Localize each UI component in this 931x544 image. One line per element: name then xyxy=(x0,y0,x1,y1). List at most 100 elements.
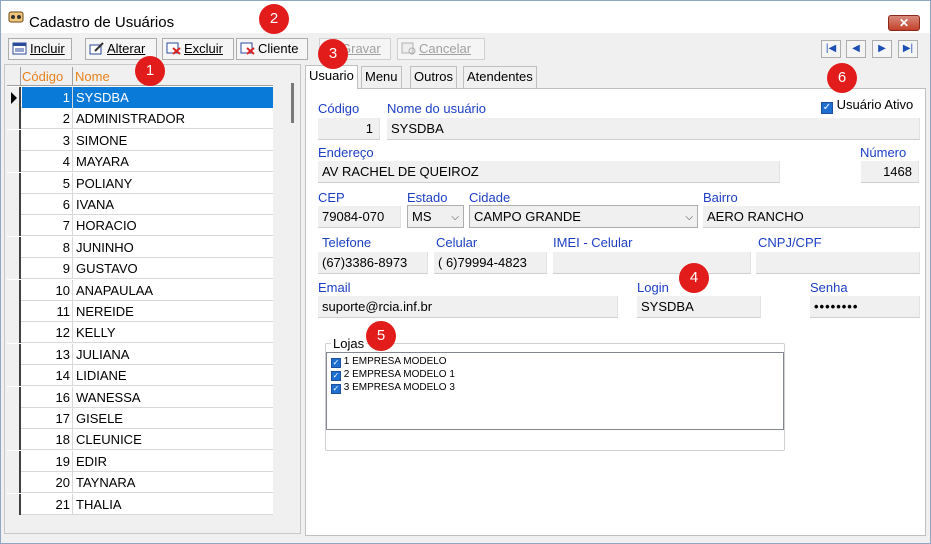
loja-item[interactable]: ✓ 3 EMPRESA MODELO 3 xyxy=(331,382,455,394)
title-bar: Cadastro de Usuários ✕ xyxy=(1,1,930,33)
nome-cell: POLIANY xyxy=(76,175,133,191)
login-field[interactable]: SYSDBA xyxy=(637,296,761,318)
excluir-button[interactable]: Excluir xyxy=(162,38,234,60)
tab-outros[interactable]: Outros xyxy=(410,66,458,88)
cidade-select[interactable]: CAMPO GRANDE ⌵ xyxy=(469,205,698,228)
table-row[interactable]: 13 JULIANA xyxy=(7,343,273,365)
nome-cell: NEREIDE xyxy=(76,304,134,319)
loja-item[interactable]: ✓ 1 EMPRESA MODELO xyxy=(331,356,447,368)
table-row[interactable]: 8 JUNINHO xyxy=(7,236,273,258)
estado-value: MS xyxy=(412,209,432,224)
table-row[interactable]: 11 NEREIDE xyxy=(7,301,273,322)
cancelar-button[interactable]: Cancelar xyxy=(397,38,485,60)
imei-field[interactable] xyxy=(553,252,751,274)
loja-label: 1 EMPRESA MODELO xyxy=(343,356,447,367)
row-indicator xyxy=(7,386,21,408)
codigo-field[interactable]: 1 xyxy=(318,118,380,140)
cnpj-label: CNPJ/CPF xyxy=(758,235,822,250)
endereco-field[interactable]: AV RACHEL DE QUEIROZ xyxy=(318,161,780,183)
cliente-button[interactable]: Cliente xyxy=(236,38,308,60)
loja-label: 3 EMPRESA MODELO 3 xyxy=(343,382,455,393)
chevron-down-icon: ⌵ xyxy=(685,212,693,223)
add-record-icon xyxy=(12,42,27,55)
email-field[interactable]: suporte@rcia.inf.br xyxy=(318,296,618,318)
table-row[interactable]: 9 GUSTAVO xyxy=(7,258,273,280)
cnpj-field[interactable] xyxy=(756,252,920,274)
row-indicator xyxy=(7,493,21,515)
nome-field[interactable]: SYSDBA xyxy=(387,118,920,140)
table-row[interactable]: 18 CLEUNICE xyxy=(7,429,273,451)
checkbox-checked-icon: ✓ xyxy=(331,384,341,394)
senha-field[interactable]: •••••••• xyxy=(810,296,920,318)
chevron-down-icon: ⌵ xyxy=(451,212,459,223)
table-row[interactable]: 2 ADMINISTRADOR xyxy=(7,108,273,130)
table-row[interactable]: 21 THALIA xyxy=(7,493,273,515)
app-icon xyxy=(8,11,24,23)
table-row[interactable]: 5 POLIANY xyxy=(7,172,273,194)
last-icon: ▶| xyxy=(902,43,914,54)
row-indicator xyxy=(7,87,21,108)
close-button[interactable]: ✕ xyxy=(888,15,920,31)
numero-label: Número xyxy=(860,145,907,160)
tab-menu[interactable]: Menu xyxy=(361,66,402,88)
table-row[interactable]: 7 HORACIO xyxy=(7,215,273,237)
usuario-tab-page: ✓ Usuário Ativo Código Nome do usuário 1… xyxy=(305,88,926,536)
incluir-button[interactable]: Incluir xyxy=(8,38,72,60)
checkbox-checked-icon: ✓ xyxy=(331,371,341,381)
annotation-badge-6: 6 xyxy=(827,63,857,93)
table-row[interactable]: 1 SYSDBA xyxy=(7,87,273,108)
table-row[interactable]: 20 TAYNARA xyxy=(7,472,273,494)
lojas-checklist[interactable]: ✓ 1 EMPRESA MODELO ✓ 2 EMPRESA MODELO 1 … xyxy=(326,352,784,430)
table-row[interactable]: 6 IVANA xyxy=(7,194,273,215)
cancel-icon xyxy=(401,42,416,55)
codigo-column-header[interactable]: Código xyxy=(22,69,72,84)
table-row[interactable]: 17 GISELE xyxy=(7,408,273,429)
last-record-button[interactable]: ▶| xyxy=(898,40,918,58)
nome-cell: ANAPAULAA xyxy=(76,282,154,298)
row-indicator xyxy=(7,279,21,301)
users-grid[interactable]: Código Nome 1 SYSDBA 2 ADMINISTRADOR 3 SIMONE… xyxy=(7,67,273,515)
scrollbar-thumb[interactable] xyxy=(291,83,294,123)
first-record-button[interactable]: |◀ xyxy=(821,40,841,58)
next-record-button[interactable]: ▶ xyxy=(872,40,892,58)
row-indicator xyxy=(7,322,21,344)
delete-record-icon xyxy=(166,42,181,55)
annotation-badge-3: 3 xyxy=(318,39,348,69)
codigo-cell: 5 xyxy=(62,175,70,191)
cidade-value: CAMPO GRANDE xyxy=(474,209,581,224)
table-row[interactable]: 12 KELLY xyxy=(7,322,273,344)
row-indicator xyxy=(7,236,21,258)
table-row[interactable]: 16 WANESSA xyxy=(7,386,273,408)
table-row[interactable]: 19 EDIR xyxy=(7,450,273,472)
nome-label: Nome do usuário xyxy=(387,101,486,116)
bairro-field[interactable]: AERO RANCHO xyxy=(703,206,920,228)
tab-atendentes[interactable]: Atendentes xyxy=(463,66,537,88)
usuario-ativo-checkbox[interactable]: ✓ Usuário Ativo xyxy=(821,97,913,114)
window-title: Cadastro de Usuários xyxy=(29,14,175,31)
row-indicator xyxy=(7,429,21,451)
cep-field[interactable]: 79084-070 xyxy=(318,206,401,228)
codigo-cell: 4 xyxy=(62,154,70,170)
cidade-label: Cidade xyxy=(469,190,511,205)
next-icon: ▶ xyxy=(878,43,886,54)
row-indicator xyxy=(7,301,21,322)
codigo-cell: 1 xyxy=(62,90,70,105)
estado-select[interactable]: MS ⌵ xyxy=(407,205,464,228)
celular-field[interactable]: ( 6)79994-4823 xyxy=(434,252,547,274)
nome-cell: SYSDBA xyxy=(76,90,129,105)
nome-cell: WANESSA xyxy=(76,389,141,405)
current-row-pointer-icon xyxy=(11,92,17,104)
close-icon: ✕ xyxy=(898,16,910,30)
numero-field[interactable]: 1468 xyxy=(861,161,919,183)
codigo-cell: 18 xyxy=(55,432,70,448)
nome-column-header[interactable]: Nome xyxy=(72,69,110,84)
table-row[interactable]: 3 SIMONE xyxy=(7,129,273,151)
codigo-cell: 20 xyxy=(55,475,70,491)
telefone-field[interactable]: (67)3386-8973 xyxy=(318,252,428,274)
table-row[interactable]: 4 MAYARA xyxy=(7,151,273,173)
loja-item[interactable]: ✓ 2 EMPRESA MODELO 1 xyxy=(331,369,455,381)
prev-record-button[interactable]: ◀ xyxy=(846,40,866,58)
nome-cell: SIMONE xyxy=(76,132,128,148)
table-row[interactable]: 10 ANAPAULAA xyxy=(7,279,273,301)
table-row[interactable]: 14 LIDIANE xyxy=(7,365,273,387)
